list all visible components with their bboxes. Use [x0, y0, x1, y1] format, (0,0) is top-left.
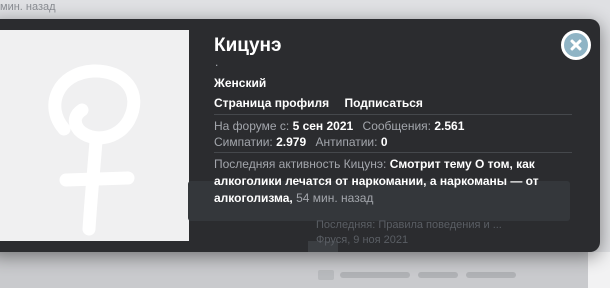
activity-time: 54 мин. назад: [296, 191, 374, 205]
stat-messages: Сообщения: 2.561: [363, 119, 465, 133]
stat-label: Сообщения:: [362, 119, 432, 133]
stat-label: Антипатии:: [315, 135, 378, 149]
background-thread-row: Последняя: Правила поведения и ...: [316, 219, 502, 231]
stat-dislikes: Антипатии: 0: [315, 135, 387, 149]
stat-label: На форуме с:: [214, 119, 290, 133]
footer-icon: [318, 270, 334, 280]
stat-value: 0: [380, 135, 388, 149]
background-thread-meta: Фруся, 9 ноя 2021: [316, 234, 409, 246]
footer-bar: [466, 272, 516, 278]
stat-value: 2.561: [434, 119, 465, 133]
member-user-title: .: [215, 55, 219, 69]
member-gender: Женский: [214, 76, 267, 90]
stat-value: 2.979: [276, 135, 307, 149]
female-symbol-icon: [48, 64, 141, 236]
stat-label: Симпатии:: [214, 135, 273, 149]
stat-joined: На форуме с: 5 сен 2021: [214, 119, 353, 133]
member-stats: На форуме с: 5 сен 2021 Сообщения: 2.561…: [214, 118, 554, 150]
activity-label: Последняя активность Кицунэ:: [214, 157, 387, 171]
follow-link[interactable]: Подписаться: [344, 96, 422, 110]
close-button[interactable]: [561, 30, 591, 60]
member-name[interactable]: Кицунэ: [214, 35, 282, 57]
background-corner: [588, 252, 610, 288]
member-last-activity: Последняя активность Кицунэ: Смотрит тем…: [214, 156, 554, 207]
divider: [214, 152, 572, 153]
footer-bar: [418, 272, 458, 278]
stat-value: 5 сен 2021: [292, 119, 354, 133]
profile-page-link[interactable]: Страница профиля: [214, 96, 329, 110]
divider: [214, 114, 572, 115]
member-avatar[interactable]: [0, 30, 189, 241]
background-footer: [0, 252, 610, 288]
footer-bar: [340, 272, 410, 278]
background-timestamp: мин. назад: [0, 1, 56, 13]
member-links: Страница профиля Подписаться: [214, 96, 435, 110]
member-tooltip-card: Последняя: Правила поведения и ... Фруся…: [0, 19, 600, 252]
stat-likes: Симпатии: 2.979: [214, 135, 306, 149]
